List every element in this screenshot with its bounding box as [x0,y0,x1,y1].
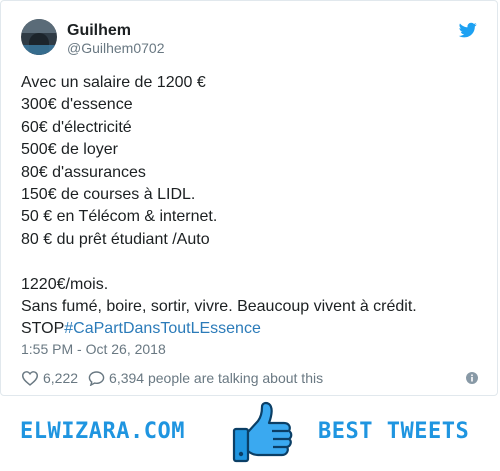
tweet-line: 80€ d'assurances [21,163,146,181]
talking-count-text[interactable]: 6,394 people are talking about this [109,370,323,386]
tweet-line: 150€ de courses à LIDL. [21,185,196,203]
tweet-line: 60€ d'électricité [21,118,132,136]
brand-right-text: BEST TWEETS [318,419,470,444]
thumbs-up-icon [232,401,293,463]
avatar[interactable] [21,19,57,55]
heart-icon[interactable] [21,370,39,386]
tweet-text: Avec un salaire de 1200 € 300€ d'essence… [21,72,481,341]
twitter-bird-icon[interactable] [457,21,479,39]
like-count: 6,222 [43,370,79,386]
tweet-actions: 6,222 6,394 people are talking about thi… [21,368,323,388]
tweet-closing-line: Sans fumé, boire, sortir, vivre. Beaucou… [21,297,417,315]
brand-left-text: ELWIZARA.COM [20,419,185,444]
tweet-line: Avec un salaire de 1200 € [21,74,206,91]
info-icon[interactable] [466,372,478,384]
tweet-line: 300€ d'essence [21,96,133,114]
author-name[interactable]: Guilhem [67,22,131,40]
author-handle[interactable]: @Guilhem0702 [67,40,165,56]
tweet-total-line: 1220€/mois. [21,275,109,293]
hashtag-link[interactable]: #CaPartDansToutLEssence [64,320,261,337]
tweet-line: 500€ de loyer [21,141,118,159]
speech-bubble-icon[interactable] [88,370,105,386]
tweet-line: 80 € du prêt étudiant /Auto [21,230,210,248]
embedded-tweet-card: Guilhem @Guilhem0702 Avec un salaire de … [0,0,498,396]
tweet-stop-line: STOP#CaPartDansToutLEssence [21,318,481,340]
branding-footer: ELWIZARA.COM BEST TWEETS [0,397,500,471]
tweet-timestamp[interactable]: 1:55 PM - Oct 26, 2018 [21,341,166,357]
stop-text: STOP [21,320,65,338]
tweet-line: 50 € en Télécom & internet. [21,208,218,226]
